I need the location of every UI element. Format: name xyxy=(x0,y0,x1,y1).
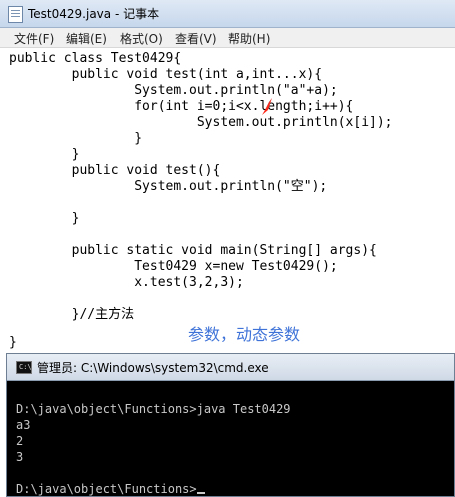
cmd-window-title: 管理员: C:\Windows\system32\cmd.exe xyxy=(37,361,269,375)
code-line: } xyxy=(9,147,80,162)
console-line: 2 xyxy=(16,434,24,448)
text-cursor xyxy=(196,492,205,494)
code-line: public void test(int a,int...x){ xyxy=(9,67,323,82)
notepad-icon xyxy=(8,6,23,23)
menu-view[interactable]: 查看(V) xyxy=(175,30,217,47)
code-line: }//主方法 xyxy=(9,307,135,322)
code-line: public class Test0429{ xyxy=(9,51,182,66)
code-line: System.out.println("空"); xyxy=(9,179,328,194)
console-prompt-line[interactable]: D:\java\object\Functions> xyxy=(16,481,205,497)
console-line: D:\java\object\Functions>java Test0429 xyxy=(16,402,291,416)
menu-file[interactable]: 文件(F) xyxy=(14,30,54,47)
red-pen-arrow-icon xyxy=(262,98,272,115)
console-prompt: D:\java\object\Functions> xyxy=(16,482,197,496)
code-line: System.out.println(x[i]); xyxy=(9,115,393,130)
code-line: } xyxy=(9,211,80,226)
console-line: a3 xyxy=(16,418,31,432)
menu-format[interactable]: 格式(O) xyxy=(120,30,163,47)
cmd-title-bar[interactable]: C:\ 管理员: C:\Windows\system32\cmd.exe xyxy=(7,354,454,381)
code-line: for(int i=0;i<x.length;i++){ xyxy=(9,99,354,114)
cmd-icon-text: C:\ xyxy=(19,363,32,371)
notepad-menu-bar: 文件(F) 编辑(E) 格式(O) 查看(V) 帮助(H) xyxy=(0,28,455,48)
code-line: } xyxy=(9,335,17,350)
annotation-text: 参数，动态参数 xyxy=(188,325,301,344)
cmd-console[interactable]: D:\java\object\Functions>java Test0429 a… xyxy=(7,381,454,496)
cmd-window[interactable]: C:\ 管理员: C:\Windows\system32\cmd.exe D:\… xyxy=(6,353,455,497)
notepad-window-title: Test0429.java - 记事本 xyxy=(28,7,160,21)
code-line: x.test(3,2,3); xyxy=(9,275,244,290)
code-line: } xyxy=(9,131,143,146)
code-line: Test0429 x=new Test0429(); xyxy=(9,259,338,274)
menu-edit[interactable]: 编辑(E) xyxy=(66,30,107,47)
notepad-text-area[interactable]: public class Test0429{ public void test(… xyxy=(0,48,455,350)
notepad-title-bar[interactable]: Test0429.java - 记事本 xyxy=(0,0,455,28)
menu-help[interactable]: 帮助(H) xyxy=(228,30,270,47)
code-line: public static void main(String[] args){ xyxy=(9,243,377,258)
console-line: 3 xyxy=(16,450,24,464)
code-line: public void test(){ xyxy=(9,163,221,178)
cmd-icon: C:\ xyxy=(16,361,32,374)
code-line: System.out.println("a"+a); xyxy=(9,83,338,98)
